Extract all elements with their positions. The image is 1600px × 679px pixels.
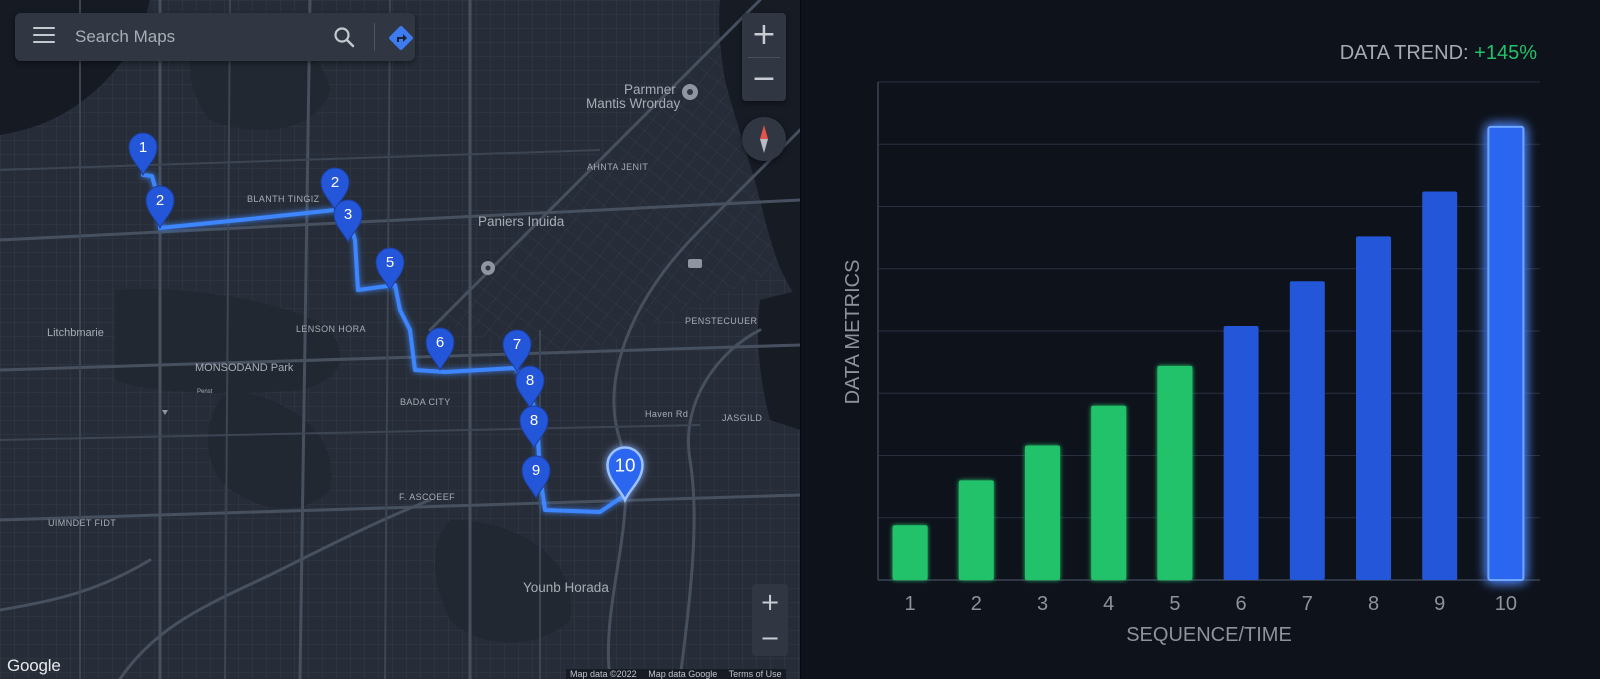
zoom-controls: + − — [742, 13, 786, 101]
map-place-label: Mantis Wrorday — [586, 96, 681, 111]
bar — [1422, 191, 1458, 580]
map-place-label: BADA CITY — [400, 397, 451, 407]
map-place-label: MONSODAND Park — [195, 362, 294, 374]
route-marker-label: 2 — [156, 192, 164, 209]
y-axis-label: DATA METRICS — [842, 260, 864, 405]
route-marker-label: 9 — [532, 462, 540, 479]
google-logo: Google — [7, 656, 61, 675]
map-place-label: Parmner — [624, 82, 676, 97]
map-place-label: AHNTA JENIT — [587, 162, 649, 172]
route-marker-label: 5 — [386, 254, 394, 271]
x-tick-label: 2 — [971, 593, 982, 615]
bar — [1157, 365, 1193, 580]
search-bar[interactable]: Search Maps — [15, 13, 415, 61]
zoom-in-button[interactable]: + — [742, 13, 786, 57]
x-tick-label: 5 — [1169, 593, 1180, 615]
bar — [892, 525, 928, 580]
x-tick-label: 4 — [1103, 593, 1114, 615]
x-axis-label: SEQUENCE/TIME — [1126, 624, 1292, 646]
map-place-label: F. ASCOEEF — [399, 492, 456, 502]
route-marker-label: 8 — [526, 372, 534, 389]
x-tick-label: 10 — [1495, 593, 1517, 615]
bar — [958, 480, 994, 580]
zoom-in-button-secondary[interactable]: + — [752, 584, 788, 620]
zoom-controls-secondary: + − — [752, 584, 788, 656]
map-place-label: BLANTH TINGIZ — [247, 194, 320, 204]
trend-value: +145% — [1474, 42, 1537, 64]
map-view[interactable]: 1 2 2 3 5 6 7 8 8 9 10 Parmner Mantis Wrorday AHNT… — [0, 0, 800, 679]
bar — [1025, 445, 1060, 580]
bar — [1223, 326, 1259, 580]
zoom-out-button-secondary[interactable]: − — [752, 620, 788, 656]
bar — [1356, 236, 1391, 580]
route-marker-label: 6 — [436, 334, 444, 351]
map-place-label: JASGILD — [722, 413, 763, 423]
x-tick-label: 3 — [1037, 593, 1048, 615]
search-separator — [374, 23, 375, 51]
compass-button[interactable] — [742, 117, 786, 161]
map-attribution: Map data ©2022 Map data Google Terms of … — [566, 669, 786, 679]
x-tick-label: 8 — [1368, 593, 1379, 615]
trend-label-text: DATA TREND: — [1339, 42, 1469, 64]
route-marker-label: 7 — [513, 336, 521, 353]
map-place-label: Younb Horada — [523, 580, 609, 595]
data-trend-label: DATA TREND: +145% — [1340, 42, 1537, 65]
x-tick-label: 9 — [1434, 593, 1445, 615]
search-icon[interactable] — [333, 26, 355, 48]
directions-icon[interactable] — [388, 25, 414, 51]
menu-icon[interactable] — [33, 27, 55, 47]
compass-icon — [760, 125, 768, 153]
map-place-label: Haven Rd — [645, 409, 689, 419]
chart-panel: 1 2 3 4 5 6 7 8 9 10 DATA METRICS SEQUENCE/TIME D… — [801, 0, 1600, 679]
route-marker-label: 1 — [139, 139, 147, 156]
map-place-label: Penst — [197, 389, 213, 395]
bar — [1091, 405, 1127, 580]
x-tick-label: 7 — [1302, 593, 1313, 615]
route-marker-label: 2 — [331, 174, 339, 191]
map-place-label: UIMNDET FIDT — [48, 518, 117, 528]
bar — [1289, 281, 1325, 580]
map-place-label: PENSTECUUER — [685, 316, 758, 326]
terms-link[interactable]: Terms of Use — [729, 669, 782, 679]
route-marker-label: 10 — [615, 454, 636, 475]
search-input[interactable]: Search Maps — [75, 27, 175, 47]
x-tick-label: 6 — [1236, 593, 1247, 615]
attribution-google: Map data Google — [648, 669, 718, 679]
zoom-out-button[interactable]: − — [742, 57, 786, 101]
map-place-label: LENSON HORA — [296, 324, 366, 334]
map-place-label: Paniers Inuida — [478, 214, 565, 229]
attribution-data: Map data ©2022 — [570, 669, 637, 679]
x-tick-label: 1 — [905, 593, 916, 615]
bar — [1487, 125, 1525, 581]
map-place-label: Litchbmarie — [47, 327, 104, 339]
route-marker-label: 3 — [344, 206, 352, 223]
route-marker-label: 8 — [530, 412, 538, 429]
bar-chart: 1 2 3 4 5 6 7 8 9 10 DATA METRICS SEQUENCE/TIME — [842, 81, 1540, 646]
